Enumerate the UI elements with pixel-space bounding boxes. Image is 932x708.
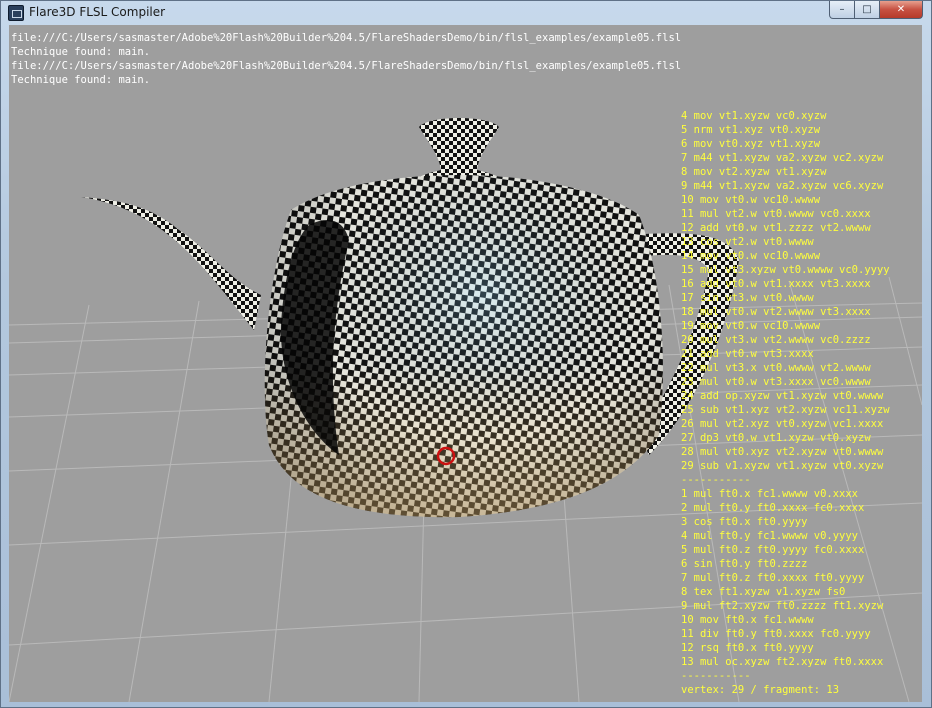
instruction-line: 9 m44 vt1.xyzw va2.xyzw vc6.xyzw: [681, 180, 884, 192]
instruction-line: 20 mul vt3.w vt2.wwww vc0.zzzz: [681, 334, 871, 346]
assembly-listing: 4 mov vt1.xyzw vc0.xyzw 5 nrm vt1.xyz vt0…: [681, 109, 890, 697]
instruction-line: 16 add vt0.w vt1.xxxx vt3.xxxx: [681, 278, 871, 290]
minimize-button[interactable]: –: [829, 1, 855, 19]
vertex-program-list: 4 mov vt1.xyzw vc0.xyzw 5 nrm vt1.xyz vt0…: [681, 109, 890, 473]
instruction-line: 4 mul ft0.y fc1.wwww v0.yyyy: [681, 530, 859, 542]
app-window: Flare3D FLSL Compiler – □ ✕ file:///C:/U…: [0, 0, 932, 708]
log-line: file:///C:/Users/sasmaster/Adobe%20Flash…: [11, 60, 682, 72]
instruction-count: vertex: 29 / fragment: 13: [681, 684, 840, 696]
instruction-line: 7 m44 vt1.xyzw va2.xyzw vc2.xyzw: [681, 152, 884, 164]
instruction-line: 19 mov vt0.w vc10.wwww: [681, 320, 821, 332]
instruction-line: 8 mov vt2.xyzw vt1.xyzw: [681, 166, 827, 178]
instruction-line: 14 mov vt0.w vc10.wwww: [681, 250, 821, 262]
log-line: Technique found: main.: [11, 74, 151, 86]
instruction-line: 11 div ft0.y ft0.xxxx fc0.yyyy: [681, 628, 871, 640]
separator: -----------: [681, 670, 751, 682]
instruction-line: 12 add vt0.w vt1.zzzz vt2.wwww: [681, 222, 871, 234]
instruction-line: 28 mul vt0.xyz vt2.xyzw vt0.wwww: [681, 446, 884, 458]
caption-buttons: – □ ✕: [829, 1, 923, 19]
instruction-line: 13 cos vt2.w vt0.wwww: [681, 236, 814, 248]
instruction-line: 7 mul ft0.z ft0.xxxx ft0.yyyy: [681, 572, 865, 584]
instruction-line: 5 nrm vt1.xyz vt0.xyzw: [681, 124, 821, 136]
instruction-line: 29 sub v1.xyzw vt1.xyzw vt0.xyzw: [681, 460, 884, 472]
log-line: file:///C:/Users/sasmaster/Adobe%20Flash…: [11, 32, 682, 44]
instruction-line: 24 add op.xyzw vt1.xyzw vt0.wwww: [681, 390, 884, 402]
instruction-line: 9 mul ft2.xyzw ft0.zzzz ft1.xyzw: [681, 600, 884, 612]
instruction-line: 27 dp3 vt0.w vt1.xyzw vt0.xyzw: [681, 432, 871, 444]
title-bar[interactable]: Flare3D FLSL Compiler – □ ✕: [1, 1, 932, 25]
compiler-log: file:///C:/Users/sasmaster/Adobe%20Flash…: [11, 31, 681, 87]
instruction-line: 2 mul ft0.y ft0.xxxx fc0.xxxx: [681, 502, 865, 514]
app-icon: [8, 5, 24, 21]
instruction-line: 21 add vt0.w vt3.xxxx: [681, 348, 814, 360]
instruction-line: 3 cos ft0.x ft0.yyyy: [681, 516, 808, 528]
instruction-line: 15 mul vt3.xyzw vt0.wwww vc0.yyyy: [681, 264, 890, 276]
log-line: Technique found: main.: [11, 46, 151, 58]
instruction-line: 6 mov vt0.xyz vt1.xyzw: [681, 138, 821, 150]
instruction-line: 25 sub vt1.xyz vt2.xyzw vc11.xyzw: [681, 404, 890, 416]
instruction-line: 11 mul vt2.w vt0.wwww vc0.xxxx: [681, 208, 871, 220]
instruction-line: 23 mul vt0.w vt3.xxxx vc0.wwww: [681, 376, 871, 388]
instruction-line: 13 mul oc.xyzw ft2.xyzw ft0.xxxx: [681, 656, 884, 668]
teapot-model: [81, 118, 739, 518]
instruction-line: 26 mul vt2.xyz vt0.xyzw vc1.xxxx: [681, 418, 884, 430]
instruction-line: 8 tex ft1.xyzw v1.xyzw fs0: [681, 586, 846, 598]
fragment-program-list: 1 mul ft0.x fc1.wwww v0.xxxx 2 mul ft0.y …: [681, 487, 890, 669]
close-button[interactable]: ✕: [880, 1, 923, 19]
instruction-line: 4 mov vt1.xyzw vc0.xyzw: [681, 110, 827, 122]
instruction-line: 10 mov ft0.x fc1.wwww: [681, 614, 814, 626]
instruction-line: 5 mul ft0.z ft0.yyyy fc0.xxxx: [681, 544, 865, 556]
instruction-line: 18 mul vt0.w vt2.wwww vt3.xxxx: [681, 306, 871, 318]
instruction-line: 6 sin ft0.y ft0.zzzz: [681, 558, 808, 570]
instruction-line: 10 mov vt0.w vc10.wwww: [681, 194, 821, 206]
instruction-line: 12 rsq ft0.x ft0.yyyy: [681, 642, 814, 654]
instruction-line: 1 mul ft0.x fc1.wwww v0.xxxx: [681, 488, 859, 500]
maximize-button[interactable]: □: [855, 1, 880, 19]
instruction-line: 22 mul vt3.x vt0.wwww vt2.wwww: [681, 362, 871, 374]
separator: -----------: [681, 474, 751, 486]
window-title: Flare3D FLSL Compiler: [29, 5, 166, 19]
render-viewport[interactable]: file:///C:/Users/sasmaster/Adobe%20Flash…: [9, 25, 922, 702]
instruction-line: 17 sin vt3.w vt0.wwww: [681, 292, 814, 304]
